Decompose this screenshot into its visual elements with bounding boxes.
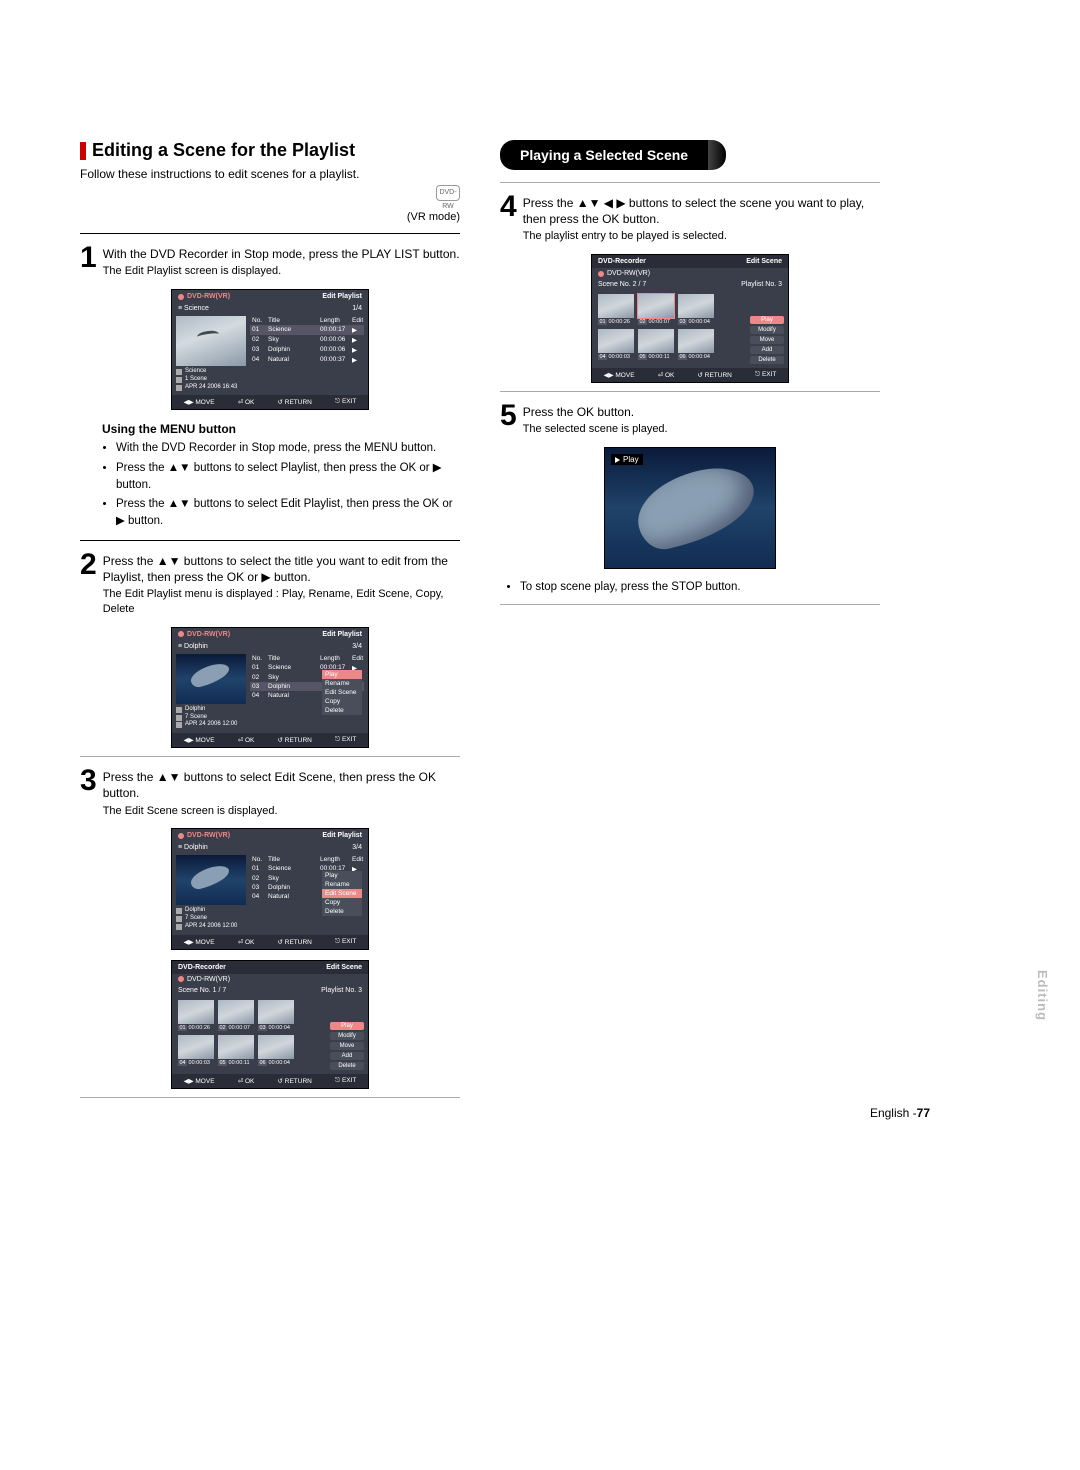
ok-hint: ⏎ OK (238, 398, 255, 406)
exit-hint: ⎋ EXIT (335, 398, 356, 406)
step-3: 3 Press the ▲▼ buttons to select Edit Sc… (80, 769, 460, 818)
footer-page: 77 (917, 1106, 930, 1120)
step-body: Press the OK button. (523, 405, 634, 419)
footer-lang: English - (870, 1106, 917, 1120)
step-2: 2 Press the ▲▼ buttons to select the tit… (80, 553, 460, 617)
osd-list: No. Title Length Edit 01Science00:00:17▶… (250, 316, 364, 391)
step-sub: The selected scene is played. (523, 422, 668, 437)
play-icon (615, 457, 620, 463)
step-body: Press the ▲▼ buttons to select the title… (103, 554, 448, 584)
step-sub: The Edit Playlist screen is displayed. (103, 264, 460, 279)
osd-disc: DVD-RW(VR) (178, 293, 230, 300)
osd-count: 1/4 (352, 305, 362, 312)
step-number: 3 (80, 769, 97, 818)
step-number: 5 (500, 404, 517, 437)
step-sub: The playlist entry to be played is selec… (523, 229, 880, 244)
step-1: 1 With the DVD Recorder in Stop mode, pr… (80, 246, 460, 279)
osd-title: Edit Playlist (322, 293, 362, 300)
thumbnail-meta: Science 1 Scene APR 24 2006 16:43 (176, 368, 246, 391)
subsection-pill: Playing a Selected Scene (500, 140, 880, 170)
move-hint: ◀▶ MOVE (184, 398, 215, 406)
thumbnail-dolphin (176, 855, 246, 905)
vr-mode-label: (VR mode) (407, 211, 460, 223)
bullet: With the DVD Recorder in Stop mode, pres… (116, 440, 460, 457)
clock-icon (176, 385, 182, 391)
osd-context-menu: Play Rename Edit Scene Copy Delete (322, 670, 362, 715)
osd-edit-playlist-3: DVD-RW(VR) Edit Playlist ≡ Dolphin 3/4 D… (171, 828, 369, 949)
bullet: Press the ▲▼ buttons to select Playlist,… (116, 460, 460, 493)
bullet: To stop scene play, press the STOP butto… (520, 579, 880, 596)
list-icon: ≡ (178, 305, 182, 312)
step-body: Press the ▲▼ ◀ ▶ buttons to select the s… (523, 196, 865, 226)
scene-side-buttons: Play Modify Move Add Delete (330, 1022, 364, 1070)
dvd-rw-icon: DVD-RW (436, 185, 460, 201)
scene-thumb (178, 1000, 214, 1024)
pill-label: Playing a Selected Scene (500, 140, 708, 170)
vr-mode-row: DVD-RW (VR mode) (80, 185, 460, 223)
osd-edit-scene-1: DVD-Recorder Edit Scene DVD-RW(VR) Scene… (171, 960, 369, 1089)
page-footer: English -77 (870, 1106, 930, 1120)
step-body: Press the ▲▼ buttons to select Edit Scen… (103, 770, 436, 800)
menu-bullets: With the DVD Recorder in Stop mode, pres… (102, 440, 460, 529)
step-number: 1 (80, 246, 97, 279)
accent-bar-icon (80, 142, 86, 160)
bullet: Press the ▲▼ buttons to select Edit Play… (116, 496, 460, 529)
osd-edit-playlist-1: DVD-RW(VR) Edit Playlist ≡ Science 1/4 S… (171, 289, 369, 410)
play-indicator: ▶ Play Play (611, 454, 643, 465)
thumbnail-bird (176, 316, 246, 366)
playback-preview: ▶ Play Play (604, 447, 776, 569)
section-heading-text: Editing a Scene for the Playlist (92, 140, 355, 161)
step-number: 2 (80, 553, 97, 617)
scene-icon (176, 377, 182, 383)
step-sub: The Edit Scene screen is displayed. (103, 804, 460, 819)
osd-edit-scene-2: DVD-Recorder Edit Scene DVD-RW(VR) Scene… (591, 254, 789, 383)
osd-name: Science (184, 305, 209, 312)
step-5: 5 Press the OK button. The selected scen… (500, 404, 880, 437)
section-heading: Editing a Scene for the Playlist (80, 140, 460, 161)
chapter-tab: Editing (1035, 970, 1050, 1021)
return-hint: ↺ RETURN (278, 398, 312, 406)
step-sub: The Edit Playlist menu is displayed : Pl… (103, 587, 460, 617)
title-icon (176, 369, 182, 375)
step-number: 4 (500, 195, 517, 244)
step-4: 4 Press the ▲▼ ◀ ▶ buttons to select the… (500, 195, 880, 244)
step-body: With the DVD Recorder in Stop mode, pres… (103, 247, 460, 261)
intro-text: Follow these instructions to edit scenes… (80, 167, 460, 181)
osd-context-menu: Play Rename Edit Scene Copy Delete (322, 871, 362, 916)
osd-edit-playlist-2: DVD-RW(VR) Edit Playlist ≡ Dolphin 3/4 D… (171, 627, 369, 748)
subheading-menu: Using the MENU button (102, 422, 460, 436)
thumbnail-dolphin (176, 654, 246, 704)
pill-cap-icon (708, 140, 726, 170)
